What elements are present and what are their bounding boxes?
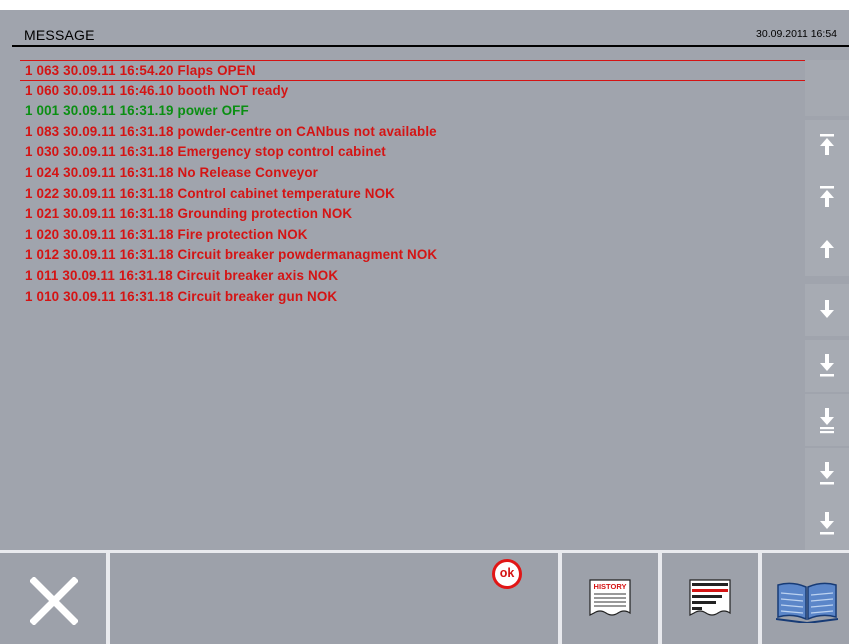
arrow-down-icon [820, 300, 834, 318]
message-log-document-icon [689, 579, 731, 616]
message-row[interactable]: 1 024 30.09.11 16:31.18 No Release Conve… [20, 163, 810, 184]
scroll-bottom-button[interactable] [805, 498, 849, 550]
arrow-up-to-top-icon [820, 134, 834, 155]
scroll-controls [805, 60, 849, 550]
page-title: MESSAGE [24, 27, 95, 43]
message-screen: MESSAGE 30.09.2011 16:54 1 063 30.09.11 … [0, 0, 849, 644]
arrow-down-to-line-icon [820, 354, 834, 377]
page-down-button[interactable] [805, 340, 849, 392]
acknowledge-area: ok [110, 553, 558, 644]
message-log-button[interactable] [662, 553, 758, 644]
ok-acknowledge-button[interactable]: ok [492, 559, 522, 589]
scroll-filler [805, 60, 849, 116]
header-bar: MESSAGE 30.09.2011 16:54 [0, 0, 849, 47]
history-document-icon: HISTORY [589, 579, 631, 616]
scroll-top-button[interactable] [805, 120, 849, 172]
page-up-button[interactable] [805, 172, 849, 224]
line-down-button[interactable] [805, 284, 849, 336]
arrow-down-to-double-line-icon [820, 408, 834, 434]
history-label: HISTORY [594, 582, 627, 591]
message-row[interactable]: 1 022 30.09.11 16:31.18 Control cabinet … [20, 184, 810, 205]
manual-button[interactable] [762, 553, 849, 644]
line-up-button[interactable] [805, 224, 849, 276]
arrow-down-to-bottom-icon [820, 512, 834, 535]
message-row[interactable]: 1 001 30.09.11 16:31.19 power OFF [20, 101, 810, 122]
ok-label: ok [495, 562, 519, 586]
open-book-icon [776, 582, 838, 623]
close-button[interactable] [0, 553, 106, 644]
message-row[interactable]: 1 010 30.09.11 16:31.18 Circuit breaker … [20, 287, 810, 308]
message-row[interactable]: 1 012 30.09.11 16:31.18 Circuit breaker … [20, 245, 810, 266]
message-row[interactable]: 1 030 30.09.11 16:31.18 Emergency stop c… [20, 142, 810, 163]
arrow-down-to-line-icon [820, 462, 834, 485]
message-row[interactable]: 1 083 30.09.11 16:31.18 powder-centre on… [20, 122, 810, 143]
arrow-up-icon [820, 240, 834, 258]
message-list: 1 063 30.09.11 16:54.20 Flaps OPEN 1 060 … [20, 60, 810, 307]
message-row[interactable]: 1 060 30.09.11 16:46.10 booth NOT ready [20, 81, 810, 102]
message-row[interactable]: 1 020 30.09.11 16:31.18 Fire protection … [20, 225, 810, 246]
message-row[interactable]: 1 021 30.09.11 16:31.18 Grounding protec… [20, 204, 810, 225]
scroll-down-2-button[interactable] [805, 394, 849, 446]
header-divider [12, 45, 849, 47]
footer-toolbar: ok HISTORY [0, 550, 849, 644]
scroll-down-3-button[interactable] [805, 448, 849, 500]
message-row[interactable]: 1 063 30.09.11 16:54.20 Flaps OPEN [20, 60, 810, 81]
close-x-icon [30, 577, 78, 625]
history-button[interactable]: HISTORY [562, 553, 658, 644]
message-row[interactable]: 1 011 30.09.11 16:31.18 Circuit breaker … [20, 266, 810, 287]
datetime-display: 30.09.2011 16:54 [756, 28, 837, 40]
arrow-up-to-line-icon [820, 186, 834, 207]
top-border [0, 0, 849, 10]
